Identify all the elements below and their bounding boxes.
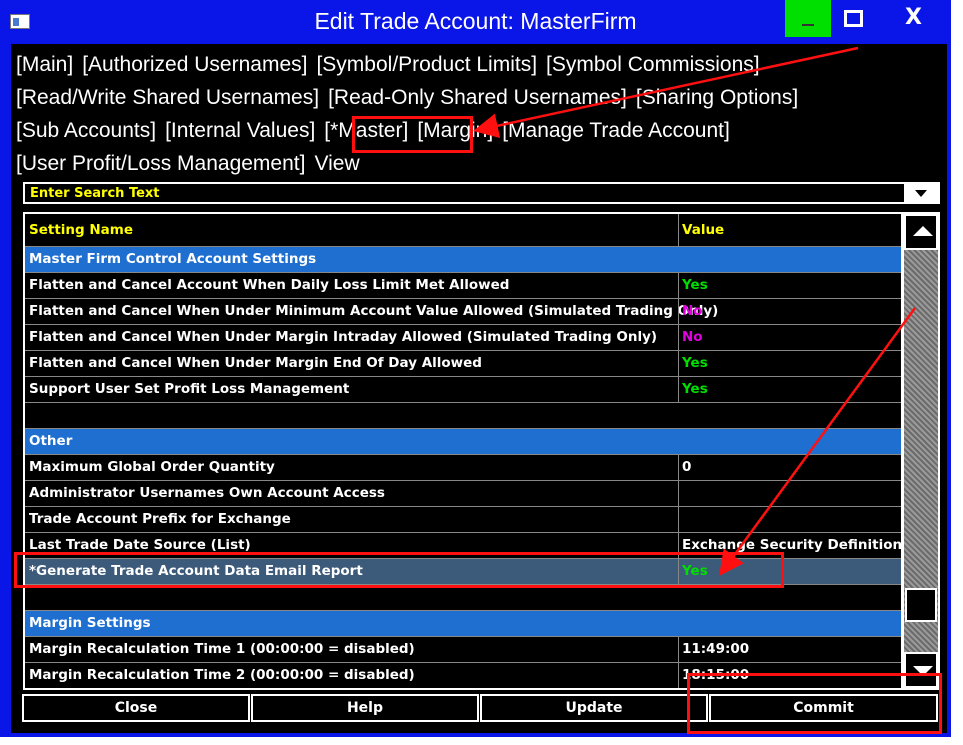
- annotation-arrow-to-master: [473, 46, 859, 139]
- annotation-arrows: [473, 46, 917, 577]
- annotation-arrow-to-email-report: [719, 307, 917, 577]
